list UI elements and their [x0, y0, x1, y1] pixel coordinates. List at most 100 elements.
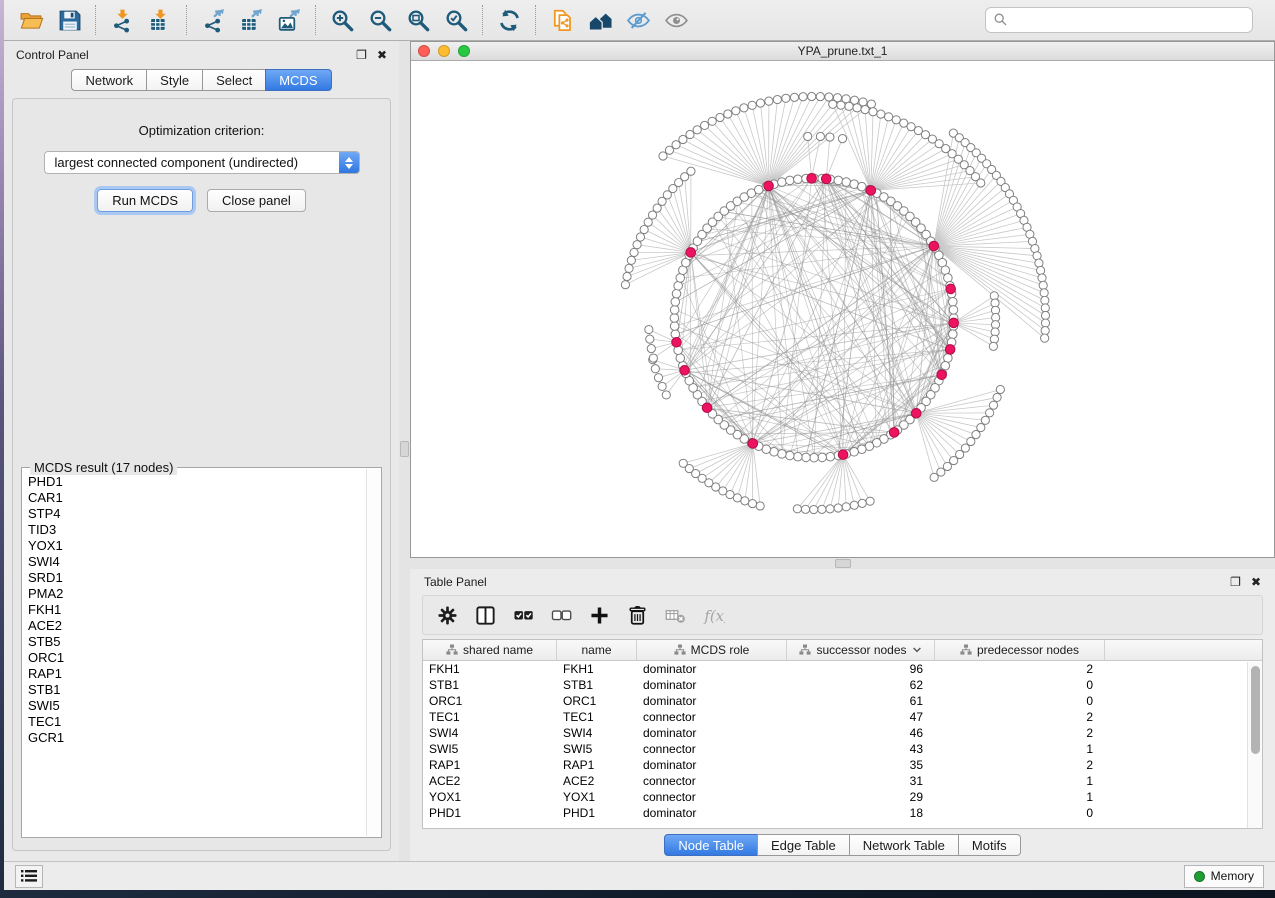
hide-selected-button[interactable] [619, 4, 657, 36]
table-settings-button[interactable] [431, 600, 463, 630]
column-visibility-icon [474, 604, 497, 627]
column-header-name[interactable]: name [557, 640, 637, 660]
tab-select[interactable]: Select [202, 69, 265, 91]
cell-MCDS-role: dominator [637, 677, 787, 693]
tab-node-table[interactable]: Node Table [664, 834, 757, 856]
table-row[interactable]: YOX1YOX1connector291 [423, 789, 1262, 805]
copy-network-button[interactable] [543, 4, 581, 36]
status-bar: Memory [4, 861, 1275, 890]
zoom-in-icon [330, 8, 355, 33]
shared-column-icon [799, 644, 811, 656]
open-file-button[interactable] [12, 4, 50, 36]
table-row[interactable]: ORC1ORC1dominator610 [423, 693, 1262, 709]
control-panel-title: Control Panel [16, 48, 89, 62]
tab-edge-table[interactable]: Edge Table [757, 834, 849, 856]
table-scrollbar[interactable] [1247, 662, 1262, 828]
cell-MCDS-role: dominator [637, 693, 787, 709]
column-header-MCDS-role[interactable]: MCDS role [637, 640, 787, 660]
delete-column-button[interactable] [621, 600, 653, 630]
deselect-all-rows-button[interactable] [545, 600, 577, 630]
close-panel-button[interactable]: Close panel [207, 189, 306, 212]
cell-shared-name: SWI4 [423, 725, 557, 741]
memory-status-icon [1194, 871, 1205, 882]
select-all-rows-button[interactable] [507, 600, 539, 630]
mcds-result-item: FKH1 [28, 602, 361, 618]
criterion-dropdown[interactable]: largest connected component (undirected) [44, 151, 360, 174]
tab-mcds[interactable]: MCDS [265, 69, 331, 91]
mcds-result-item: CAR1 [28, 490, 361, 506]
cell-name: STB1 [557, 677, 637, 693]
table-header-row: shared namenameMCDS rolesuccessor nodesp… [423, 640, 1262, 661]
scrollbar-thumb[interactable] [1251, 666, 1260, 754]
cell-MCDS-role: dominator [637, 805, 787, 821]
apply-layout-button[interactable] [490, 4, 528, 36]
deselect-all-rows-icon [550, 604, 573, 627]
memory-button[interactable]: Memory [1184, 865, 1264, 888]
import-table-icon [148, 8, 173, 33]
table-row[interactable]: SWI5SWI5connector431 [423, 741, 1262, 757]
mcds-list-scrollbar[interactable] [366, 469, 380, 836]
import-network-button[interactable] [103, 4, 141, 36]
mcds-result-list: PHD1CAR1STP4TID3YOX1SWI4SRD1PMA2FKH1ACE2… [24, 470, 365, 835]
column-header-successor-nodes[interactable]: successor nodes [787, 640, 935, 660]
panel-menu-button[interactable] [15, 865, 43, 888]
export-network-button[interactable] [194, 4, 232, 36]
table-row[interactable]: TEC1TEC1connector472 [423, 709, 1262, 725]
cell-name: RAP1 [557, 757, 637, 773]
table-row[interactable]: RAP1RAP1dominator352 [423, 757, 1262, 773]
horizontal-splitter[interactable] [410, 558, 1275, 569]
zoom-in-button[interactable] [323, 4, 361, 36]
splitter-grip[interactable] [835, 559, 851, 568]
delete-column-icon [626, 604, 649, 627]
table-body: FKH1FKH1dominator962STB1STB1dominator620… [423, 661, 1262, 821]
table-row[interactable]: FKH1FKH1dominator962 [423, 661, 1262, 677]
column-header-predecessor-nodes[interactable]: predecessor nodes [935, 640, 1105, 660]
export-table-button[interactable] [232, 4, 270, 36]
close-panel-icon[interactable]: ✖ [1251, 576, 1261, 588]
tab-style[interactable]: Style [146, 69, 202, 91]
main-toolbar [4, 0, 1275, 41]
cell-MCDS-role: connector [637, 741, 787, 757]
table-row[interactable]: PHD1PHD1dominator180 [423, 805, 1262, 821]
float-panel-icon[interactable]: ❐ [356, 49, 367, 61]
svg-text:f(x): f(x) [703, 606, 725, 624]
export-image-button[interactable] [270, 4, 308, 36]
zoom-fit-button[interactable] [399, 4, 437, 36]
cell-successor-nodes: 35 [787, 757, 935, 773]
splitter-grip[interactable] [400, 441, 409, 457]
toolbar-separator [315, 5, 316, 35]
search-input[interactable] [985, 7, 1253, 33]
table-toolbar: f(x) [422, 595, 1263, 635]
search-field-wrap [985, 7, 1253, 33]
table-row[interactable]: ACE2ACE2connector311 [423, 773, 1262, 789]
table-settings-icon [436, 604, 459, 627]
save-session-button[interactable] [50, 4, 88, 36]
run-mcds-button[interactable]: Run MCDS [97, 189, 193, 212]
table-row[interactable]: STB1STB1dominator620 [423, 677, 1262, 693]
cell-shared-name: ACE2 [423, 773, 557, 789]
add-column-button[interactable] [583, 600, 615, 630]
vertical-splitter[interactable] [399, 41, 410, 861]
zoom-selected-button[interactable] [437, 4, 475, 36]
search-icon [994, 13, 1007, 26]
table-row[interactable]: SWI4SWI4dominator462 [423, 725, 1262, 741]
main-area: Control Panel ❐ ✖ NetworkStyleSelectMCDS… [4, 41, 1275, 861]
mcds-result-item: ORC1 [28, 650, 361, 666]
network-title: YPA_prune.txt_1 [411, 44, 1274, 58]
column-visibility-button[interactable] [469, 600, 501, 630]
cell-name: TEC1 [557, 709, 637, 725]
show-all-button[interactable] [657, 4, 695, 36]
network-canvas[interactable] [411, 61, 1274, 557]
import-table-button[interactable] [141, 4, 179, 36]
first-neighbors-icon [588, 8, 613, 33]
close-panel-icon[interactable]: ✖ [377, 49, 387, 61]
tab-network-table[interactable]: Network Table [849, 834, 958, 856]
zoom-out-button[interactable] [361, 4, 399, 36]
first-neighbors-button[interactable] [581, 4, 619, 36]
tab-motifs[interactable]: Motifs [958, 834, 1021, 856]
cell-name: YOX1 [557, 789, 637, 805]
float-panel-icon[interactable]: ❐ [1230, 576, 1241, 588]
network-titlebar: YPA_prune.txt_1 [411, 42, 1274, 61]
tab-network[interactable]: Network [71, 69, 146, 91]
column-header-shared-name[interactable]: shared name [423, 640, 557, 660]
